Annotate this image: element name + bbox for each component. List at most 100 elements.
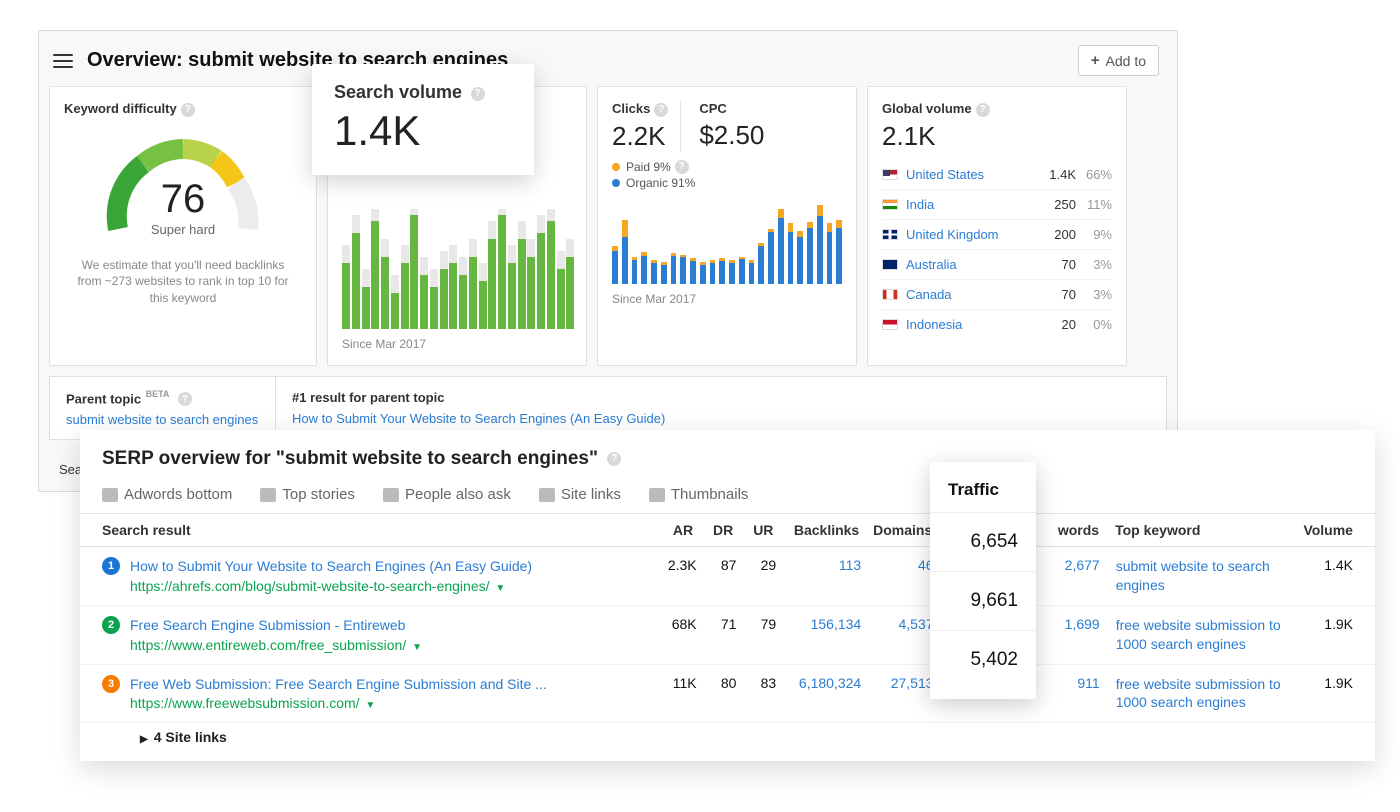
serp-feature[interactable]: Site links [539, 486, 621, 503]
flag-icon [882, 289, 898, 300]
rank-badge: 1 [102, 557, 120, 575]
col-search-result: Search result [102, 522, 642, 538]
feature-icon [260, 488, 276, 502]
col-domains: Domains [859, 522, 932, 538]
col-backlinks: Backlinks [773, 522, 859, 538]
result-title-link[interactable]: How to Submit Your Website to Search Eng… [130, 557, 646, 576]
country-volume: 250 [1032, 197, 1076, 212]
help-icon[interactable]: ? [654, 103, 668, 117]
help-icon[interactable]: ? [178, 392, 192, 406]
sitelinks-toggle[interactable]: ▶4 Site links [80, 723, 1375, 751]
cell: 1.9K [1290, 675, 1353, 691]
kd-description: We estimate that you'll need backlinks f… [64, 257, 302, 307]
serp-row: 2Free Search Engine Submission - Entirew… [80, 606, 1375, 665]
result-url[interactable]: https://www.freewebsubmission.com/ ▼ [130, 695, 646, 711]
clicks-trend-chart [612, 200, 842, 284]
menu-icon[interactable] [53, 54, 73, 68]
flag-icon [882, 199, 898, 210]
country-link[interactable]: Canada [906, 287, 1032, 302]
overview-header: Overview: submit website to search engin… [39, 31, 1177, 86]
parent-topic-link[interactable]: submit website to search engines [66, 412, 259, 427]
parent-result-link[interactable]: How to Submit Your Website to Search Eng… [292, 411, 1150, 426]
country-row: India25011% [882, 190, 1112, 220]
top-keyword-link[interactable]: submit website to search engines [1100, 557, 1290, 595]
organic-dot-icon [612, 179, 620, 187]
cell: 2.3K [646, 557, 697, 573]
flag-icon [882, 229, 898, 240]
country-link[interactable]: India [906, 197, 1032, 212]
search-volume-popup: Search volume ? 1.4K [312, 64, 534, 175]
cell[interactable]: 27,513 [861, 675, 933, 691]
volume-since: Since Mar 2017 [342, 337, 572, 351]
country-link[interactable]: United Kingdom [906, 227, 1032, 242]
help-icon[interactable]: ? [471, 87, 485, 101]
cell: 79 [736, 616, 776, 632]
serp-row: 1 How to Submit Your Website to Search En… [80, 547, 1375, 606]
cell: 71 [697, 616, 737, 632]
result-url[interactable]: https://ahrefs.com/blog/submit-website-t… [130, 578, 646, 594]
page-title: Overview: submit website to search engin… [87, 49, 1078, 72]
caret-down-icon[interactable]: ▼ [365, 700, 375, 711]
country-volume: 200 [1032, 227, 1076, 242]
serp-row: 3Free Web Submission: Free Search Engine… [80, 665, 1375, 724]
caret-down-icon[interactable]: ▼ [412, 642, 422, 653]
help-icon[interactable]: ? [181, 103, 195, 117]
top-keyword-link[interactable]: free website submission to 1000 search e… [1100, 675, 1290, 713]
cell[interactable]: 6,180,324 [776, 675, 861, 691]
col-top-keyword: Top keyword [1099, 522, 1289, 538]
serp-feature[interactable]: Top stories [260, 486, 355, 503]
country-percent: 9% [1076, 227, 1112, 242]
country-link[interactable]: United States [906, 167, 1032, 182]
cell[interactable]: 4,537 [861, 616, 933, 632]
cell: 87 [697, 557, 737, 573]
country-row: Indonesia200% [882, 310, 1112, 339]
help-icon[interactable]: ? [607, 452, 621, 466]
serp-feature[interactable]: People also ask [383, 486, 511, 503]
cell: 80 [697, 675, 737, 691]
country-volume: 1.4K [1032, 167, 1076, 182]
col-volume: Volume [1289, 522, 1353, 538]
caret-down-icon[interactable]: ▼ [495, 583, 505, 594]
help-icon[interactable]: ? [675, 160, 689, 174]
country-row: United Kingdom2009% [882, 220, 1112, 250]
country-link[interactable]: Indonesia [906, 317, 1032, 332]
clicks-value: 2.2K [612, 121, 668, 152]
col-ar: AR [642, 522, 693, 538]
country-row: Canada703% [882, 280, 1112, 310]
top-keyword-link[interactable]: free website submission to 1000 search e… [1100, 616, 1290, 654]
result-title-link[interactable]: Free Search Engine Submission - Entirewe… [130, 616, 646, 635]
serp-feature[interactable]: Adwords bottom [102, 486, 232, 503]
traffic-value: 6,654 [930, 512, 1036, 571]
serp-feature[interactable]: Thumbnails [649, 486, 749, 503]
add-to-button[interactable]: +Add to [1078, 45, 1159, 76]
cell[interactable]: 911 [1026, 675, 1100, 691]
cell[interactable]: 46 [861, 557, 933, 573]
global-value: 2.1K [882, 121, 1112, 152]
traffic-popup: Traffic 6,6549,6615,402 [930, 462, 1036, 699]
global-volume-card: Global volume? 2.1K United States1.4K66%… [867, 86, 1127, 366]
flag-icon [882, 319, 898, 330]
plus-icon: + [1091, 52, 1100, 69]
clicks-title: Clicks [612, 101, 650, 116]
cell[interactable]: 156,134 [776, 616, 861, 632]
result-url[interactable]: https://www.entireweb.com/free_submissio… [130, 637, 646, 653]
country-link[interactable]: Australia [906, 257, 1032, 272]
cpc-value: $2.50 [699, 120, 764, 151]
feature-icon [539, 488, 555, 502]
cell[interactable]: 2,677 [1026, 557, 1100, 573]
country-list: United States1.4K66%India25011%United Ki… [882, 160, 1112, 339]
clicks-since: Since Mar 2017 [612, 292, 842, 306]
country-percent: 0% [1076, 317, 1112, 332]
serp-rows: 1 How to Submit Your Website to Search En… [80, 547, 1375, 723]
cell: 1.4K [1290, 557, 1353, 573]
feature-icon [102, 488, 118, 502]
cell[interactable]: 113 [776, 557, 861, 573]
metrics-row: Keyword difficulty? 76 Super hard We est… [39, 86, 1177, 376]
cell[interactable]: 1,699 [1026, 616, 1100, 632]
country-percent: 11% [1076, 197, 1112, 212]
kd-title: Keyword difficulty [64, 101, 177, 116]
help-icon[interactable]: ? [976, 103, 990, 117]
result-title-link[interactable]: Free Web Submission: Free Search Engine … [130, 675, 646, 694]
cell: 68K [646, 616, 697, 632]
kd-gauge [98, 129, 268, 239]
